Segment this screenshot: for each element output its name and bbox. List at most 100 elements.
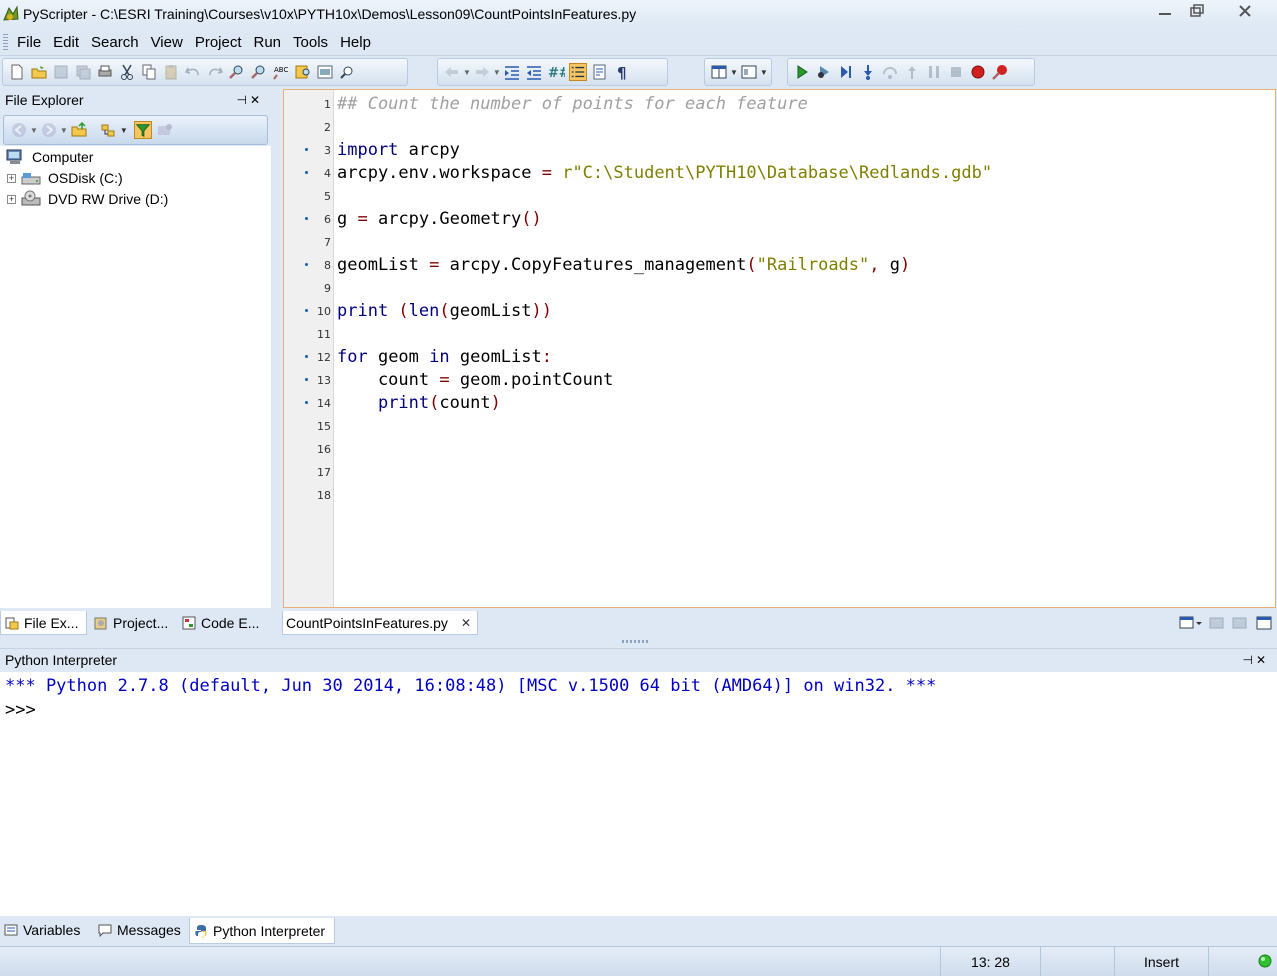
tab-messages[interactable]: Messages (94, 918, 188, 942)
code-line-15: 15 (284, 414, 1274, 437)
dvd-drive-icon (21, 190, 41, 206)
tab-file-explorer[interactable]: File Ex... (0, 611, 87, 635)
forward-dropdown-icon[interactable]: ▼ (493, 68, 501, 77)
indent-icon[interactable] (503, 63, 521, 81)
forward-dropdown-icon[interactable]: ▼ (60, 126, 68, 135)
new-file-icon[interactable] (8, 63, 26, 81)
step-into-icon[interactable] (859, 63, 877, 81)
forward-icon[interactable] (40, 121, 58, 139)
undo-icon[interactable] (184, 63, 202, 81)
code-line-4: 4 arcpy.env.workspace = r"C:\Student\PYT… (284, 161, 1274, 184)
tab-python-interpreter[interactable]: Python Interpreter (189, 918, 335, 944)
menu-edit[interactable]: Edit (47, 34, 85, 51)
close-button[interactable] (1228, 0, 1262, 22)
restore-button[interactable] (1182, 0, 1212, 22)
interpreter-title: Python Interpreter (5, 651, 118, 668)
menu-help[interactable]: Help (334, 34, 377, 51)
view-dropdown-icon[interactable]: ▼ (760, 68, 768, 77)
goto-line-icon[interactable] (316, 63, 334, 81)
horizontal-splitter[interactable] (0, 637, 1277, 647)
panel-close-icon[interactable]: ✕ (250, 93, 263, 107)
filter-icon[interactable] (133, 121, 152, 139)
vertical-splitter[interactable] (271, 89, 280, 637)
layouts-icon[interactable] (710, 63, 728, 81)
tab-close-icon[interactable]: ✕ (461, 616, 471, 630)
line-numbers-toggle-icon[interactable] (568, 63, 587, 81)
run-icon[interactable] (793, 63, 811, 81)
tab-next-icon[interactable] (1231, 615, 1249, 631)
line-number: 6 (324, 213, 331, 226)
pause-icon[interactable] (925, 63, 943, 81)
back-dropdown-icon[interactable]: ▼ (30, 126, 38, 135)
menu-tools[interactable]: Tools (287, 34, 334, 51)
interpreter-console[interactable]: *** Python 2.7.8 (default, Jun 30 2014, … (0, 672, 1277, 916)
redo-icon[interactable] (206, 63, 224, 81)
print-icon[interactable] (96, 63, 114, 81)
tree-item-computer[interactable]: Computer (5, 147, 93, 167)
run-to-cursor-icon[interactable] (837, 63, 855, 81)
menu-search[interactable]: Search (85, 34, 145, 51)
step-over-icon[interactable] (881, 63, 899, 81)
expand-icon[interactable]: + (7, 173, 16, 183)
menu-project[interactable]: Project (189, 34, 248, 51)
view-icon[interactable] (740, 63, 758, 81)
layouts-dropdown-icon[interactable]: ▼ (730, 68, 738, 77)
stop-icon[interactable] (947, 63, 965, 81)
project-icon (94, 617, 107, 630)
clear-breakpoints-icon[interactable] (991, 63, 1009, 81)
panel-close-icon[interactable]: ✕ (1256, 653, 1269, 667)
step-out-icon[interactable] (903, 63, 921, 81)
expand-icon[interactable]: + (7, 194, 16, 204)
show-special-chars-icon[interactable]: ¶ (613, 63, 631, 81)
toggle-breakpoint-icon[interactable] (969, 63, 987, 81)
pin-icon[interactable]: ⊣ (236, 93, 249, 107)
find-icon[interactable] (228, 63, 246, 81)
line-number: 12 (317, 351, 331, 364)
find-in-files-icon[interactable] (294, 63, 312, 81)
pin-icon[interactable]: ⊣ (1242, 653, 1255, 667)
comment-icon[interactable]: ## (547, 63, 565, 81)
status-indicator-icon (1258, 954, 1272, 968)
copy-icon[interactable] (140, 63, 158, 81)
line-number: 9 (324, 282, 331, 295)
tree-item-osdisk[interactable]: + OSDisk (C:) (7, 168, 123, 188)
paste-icon[interactable] (162, 63, 180, 81)
save-icon[interactable] (52, 63, 70, 81)
code-editor[interactable]: 1 ## Count the number of points for each… (283, 89, 1276, 608)
menu-grip[interactable] (3, 33, 8, 52)
save-all-icon[interactable] (74, 63, 92, 81)
cut-icon[interactable] (118, 63, 136, 81)
tab-label: Code E... (201, 615, 260, 631)
back-dropdown-icon[interactable]: ▼ (463, 68, 471, 77)
tab-project-explorer[interactable]: Project... (90, 611, 176, 635)
word-wrap-icon[interactable] (591, 63, 609, 81)
debug-icon[interactable] (815, 63, 833, 81)
tab-variables[interactable]: Variables (0, 918, 90, 942)
tab-prev-icon[interactable] (1208, 615, 1226, 631)
tab-code-explorer[interactable]: Code E... (178, 611, 268, 635)
menu-run[interactable]: Run (248, 34, 288, 51)
browse-dropdown-icon[interactable]: ▼ (120, 126, 128, 135)
dedent-icon[interactable] (525, 63, 543, 81)
up-folder-icon[interactable] (70, 121, 88, 139)
back-icon[interactable] (10, 121, 28, 139)
file-edit-toolbar: ABC (2, 58, 408, 86)
tab-list-icon[interactable] (1178, 614, 1204, 632)
tab-label: Python Interpreter (213, 922, 326, 939)
editor-tab-file[interactable]: CountPointsInFeatures.py ✕ (282, 611, 478, 635)
new-window-icon[interactable] (1255, 614, 1273, 632)
code-text: g = arcpy.Geometry() (337, 209, 542, 229)
tree-item-dvd-drive[interactable]: + DVD RW Drive (D:) (7, 189, 168, 209)
menu-view[interactable]: View (145, 34, 189, 51)
find-next-icon[interactable] (250, 63, 268, 81)
replace-icon[interactable]: ABC (272, 63, 290, 81)
back-icon[interactable] (443, 63, 461, 81)
open-folder-icon[interactable] (30, 63, 48, 81)
minimize-button[interactable] (1150, 0, 1180, 22)
forward-icon[interactable] (473, 63, 491, 81)
menu-file[interactable]: File (11, 34, 47, 51)
line-number: 16 (317, 443, 331, 456)
browse-folder-icon[interactable] (100, 121, 118, 139)
find-definition-icon[interactable] (338, 63, 356, 81)
settings-folder-icon[interactable] (156, 121, 174, 139)
